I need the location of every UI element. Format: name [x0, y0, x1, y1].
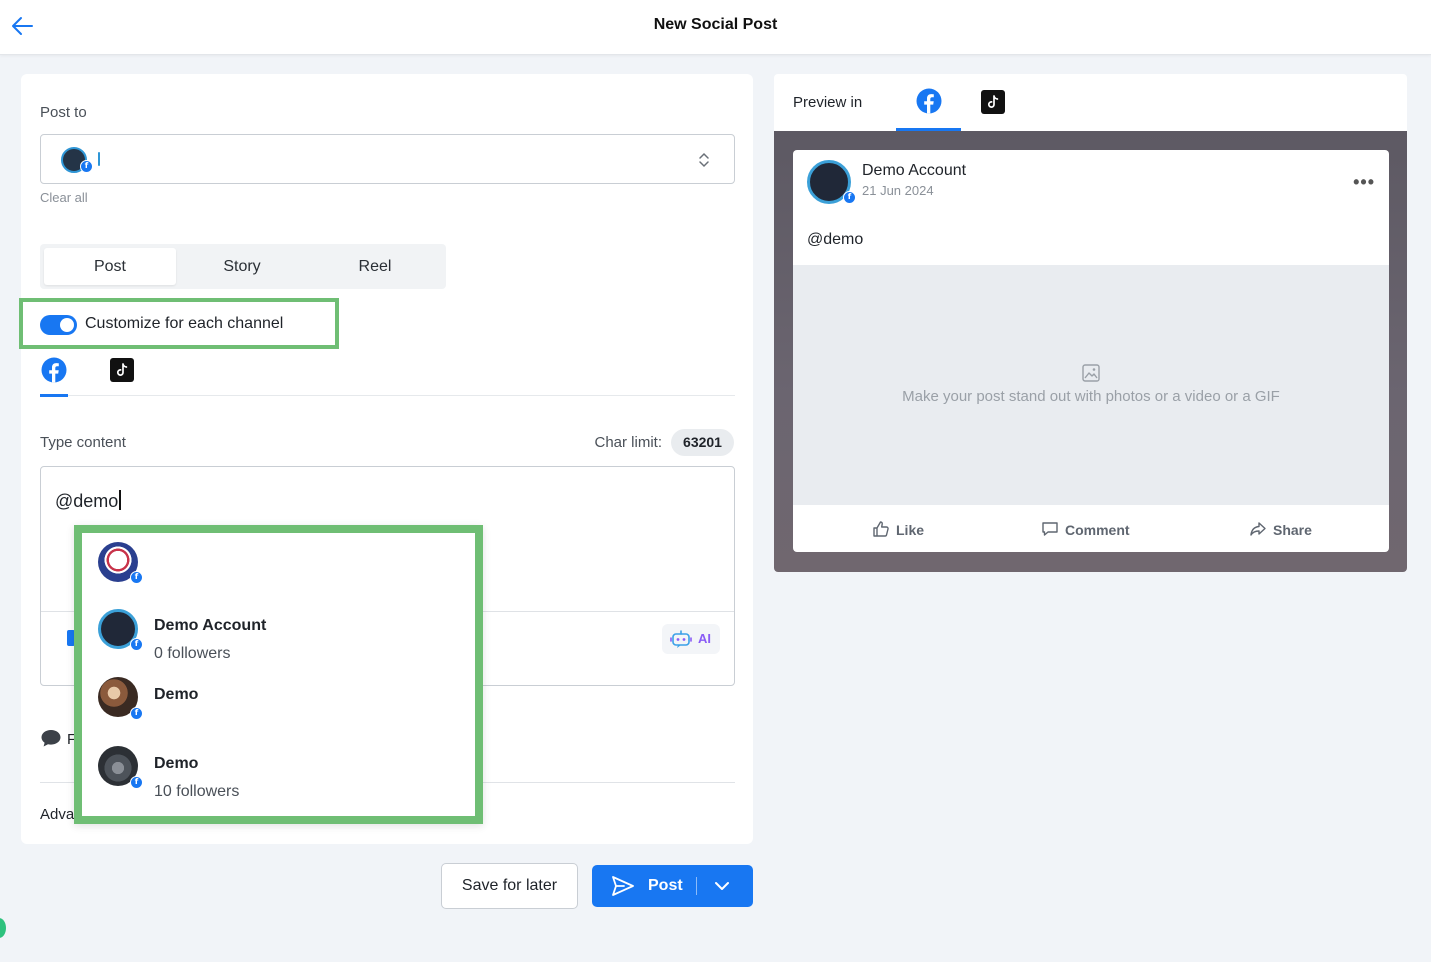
preview-card: Preview in f Demo Account 21 Jun 2024 ••… — [774, 74, 1407, 572]
mention-option[interactable]: f Demo 10 followers — [82, 740, 475, 809]
mention-name: Demo — [154, 686, 199, 703]
ai-label: AI — [698, 631, 711, 646]
text-caret — [119, 490, 121, 510]
mention-option[interactable]: f — [82, 533, 475, 602]
char-limit-label: Char limit: — [594, 434, 662, 451]
image-icon — [1082, 364, 1100, 382]
like-label: Like — [896, 522, 925, 538]
facebook-badge-icon: f — [80, 160, 93, 173]
tab-reel[interactable]: Reel — [308, 248, 442, 285]
customize-label: Customize for each channel — [85, 315, 284, 332]
clear-all-link[interactable]: Clear all — [40, 190, 88, 205]
mention-option[interactable]: f Demo — [82, 671, 475, 740]
mention-name: Demo Account — [154, 617, 267, 634]
tiktok-icon[interactable] — [110, 358, 134, 382]
channel-select[interactable]: f — [40, 134, 735, 184]
post-label: Post — [648, 877, 683, 894]
page-title: New Social Post — [653, 16, 778, 33]
divider — [696, 877, 697, 895]
save-for-later-button[interactable]: Save for later — [441, 863, 578, 909]
ai-assist-button[interactable]: AI — [662, 624, 720, 654]
mention-name: Demo — [154, 755, 199, 772]
char-limit-badge: 63201 — [671, 429, 734, 456]
preview-label: Preview in — [793, 94, 863, 111]
facebook-badge-icon: f — [130, 571, 143, 584]
share-label: Share — [1273, 522, 1312, 538]
help-widget-icon[interactable] — [0, 918, 6, 938]
tab-story[interactable]: Story — [176, 248, 308, 285]
facebook-badge-icon: f — [130, 707, 143, 720]
facebook-icon[interactable] — [916, 88, 942, 114]
post-button[interactable]: Post — [592, 865, 753, 907]
chevron-updown-icon[interactable] — [698, 150, 710, 170]
send-icon — [612, 876, 634, 896]
comment-button[interactable]: Comment — [1042, 522, 1130, 538]
share-icon — [1250, 522, 1266, 536]
channel-tabs — [40, 354, 735, 397]
advanced-settings-label[interactable]: Adva — [40, 806, 74, 823]
ai-robot-icon — [670, 630, 692, 648]
customize-toggle[interactable] — [40, 315, 77, 335]
more-options-icon[interactable]: ••• — [1353, 172, 1375, 193]
tiktok-icon[interactable] — [981, 90, 1005, 114]
mention-option[interactable]: f Demo Account 0 followers — [82, 602, 475, 671]
toggle-knob — [60, 318, 74, 332]
facebook-icon[interactable] — [41, 357, 67, 383]
share-button[interactable]: Share — [1250, 522, 1312, 538]
post-actions: Like Comment Share — [793, 505, 1389, 552]
mention-dropdown: f f Demo Account 0 followers f Demo f De… — [74, 525, 483, 824]
post-format-tabs: Post Story Reel — [40, 244, 446, 289]
customize-highlight: Customize for each channel — [19, 298, 339, 349]
comment-icon — [1042, 522, 1058, 536]
type-content-label: Type content — [40, 434, 126, 451]
mention-followers: 10 followers — [154, 783, 240, 800]
post-date: 21 Jun 2024 — [862, 183, 934, 198]
active-tab-indicator — [40, 394, 68, 397]
account-name: Demo Account — [862, 162, 967, 179]
facebook-badge-icon: f — [130, 638, 143, 651]
editor-value: @demo — [55, 491, 119, 511]
comment-bubble-icon — [41, 730, 61, 747]
like-button[interactable]: Like — [873, 521, 925, 538]
thumbs-up-icon — [873, 521, 889, 537]
preview-area: f Demo Account 21 Jun 2024 ••• @demo Mak… — [774, 131, 1407, 572]
chevron-down-icon[interactable] — [712, 878, 732, 894]
top-bar: New Social Post — [0, 0, 1431, 55]
text-caret — [98, 152, 100, 166]
media-placeholder: Make your post stand out with photos or … — [793, 265, 1389, 505]
editor-text[interactable]: @demo — [55, 490, 121, 512]
facebook-badge-icon: f — [843, 191, 856, 204]
facebook-post-preview: f Demo Account 21 Jun 2024 ••• @demo Mak… — [793, 150, 1389, 552]
media-placeholder-text: Make your post stand out with photos or … — [902, 388, 1280, 405]
facebook-badge-icon: f — [130, 776, 143, 789]
post-to-label: Post to — [40, 104, 87, 121]
comment-label: Comment — [1065, 522, 1130, 538]
mention-followers: 0 followers — [154, 645, 231, 662]
post-text: @demo — [807, 231, 864, 248]
tab-post[interactable]: Post — [44, 248, 176, 285]
